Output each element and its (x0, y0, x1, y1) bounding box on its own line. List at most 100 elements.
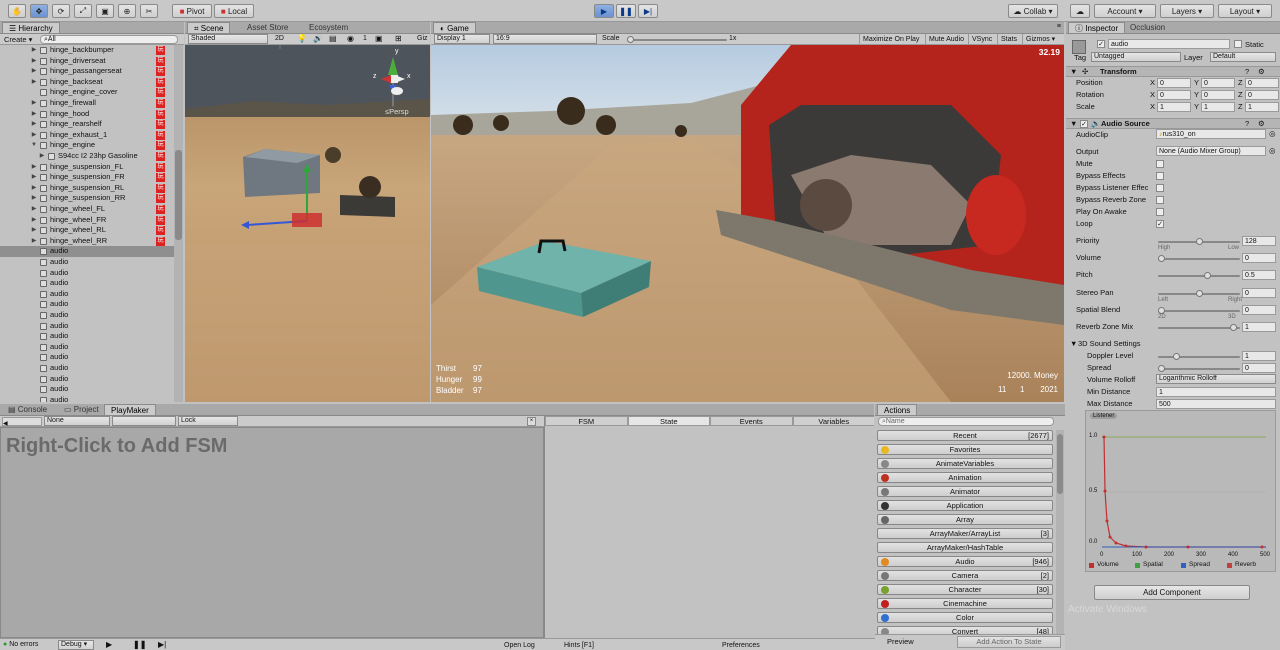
open-log-button[interactable]: Open Log (504, 642, 535, 649)
audio-slider[interactable] (1158, 290, 1240, 297)
hierarchy-row[interactable]: ▶ hinge_backbumper 玩 (0, 45, 183, 56)
custom-tool-button[interactable]: ✂ (140, 4, 158, 18)
rolloff-dropdown[interactable]: Logarithmic Rolloff (1156, 374, 1276, 384)
hierarchy-row[interactable]: audio (0, 289, 183, 300)
transform-y-field[interactable]: 0 (1201, 90, 1235, 100)
shading-dropdown[interactable]: Shaded (188, 34, 268, 44)
tab-playmaker[interactable]: PlayMaker (104, 404, 156, 415)
rotate-tool-button[interactable]: ⟳ (52, 4, 70, 18)
hierarchy-row[interactable]: ▶ hinge_suspension_RR 玩 (0, 193, 183, 204)
pivot-button[interactable]: ■ Pivot (172, 4, 212, 18)
tab-ecosystem[interactable]: Ecosystem (303, 22, 354, 33)
output-field[interactable]: None (Audio Mixer Group) (1156, 146, 1266, 156)
pm-play-icon[interactable]: ▶ (106, 640, 112, 649)
game-view[interactable]: 32.19 Thirst 97 Hunger 99 Bladder 97 12000. M… (431, 45, 1064, 402)
step-button[interactable]: ▶| (638, 4, 658, 18)
audio-slider-knob[interactable] (1158, 307, 1165, 314)
add-action-button[interactable]: Add Action To State (957, 636, 1061, 648)
aspect-dropdown[interactable]: 16:9 (493, 34, 597, 44)
collapse-arrow-icon[interactable]: ▶ (30, 77, 38, 88)
tab-hierarchy[interactable]: ☰ Hierarchy (2, 22, 60, 33)
display-dropdown[interactable]: Display 1 (434, 34, 490, 44)
audio-source-enabled-checkbox[interactable]: ✓ (1080, 120, 1088, 128)
fsm-none-dropdown[interactable]: None (44, 416, 110, 426)
audio-check-3[interactable] (1156, 196, 1164, 204)
camera-icon[interactable]: ▣ (375, 34, 383, 43)
hierarchy-row[interactable]: ▶ hinge_hood 玩 (0, 109, 183, 120)
grid-icon[interactable]: ⊞ (395, 34, 402, 43)
collapse-arrow-icon[interactable]: ▶ (30, 225, 38, 236)
playmaker-column-tab[interactable]: FSM (545, 416, 628, 426)
hierarchy-row[interactable]: audio (0, 374, 183, 385)
audio-check-0[interactable] (1156, 160, 1164, 168)
transform-z-field[interactable]: 0 (1245, 78, 1279, 88)
hierarchy-row[interactable]: ▶ hinge_backseat 玩 (0, 77, 183, 88)
transform-z-field[interactable]: 0 (1245, 90, 1279, 100)
active-checkbox[interactable]: ✓ (1097, 40, 1105, 48)
mute-audio-toggle[interactable]: Mute Audio (925, 34, 967, 44)
create-dropdown[interactable]: Create ▾ (4, 35, 32, 44)
hierarchy-row[interactable]: audio (0, 352, 183, 363)
audioclip-field[interactable]: ♪rus310_on (1156, 129, 1266, 139)
hierarchy-row[interactable]: audio (0, 246, 183, 257)
rolloff-graph[interactable]: Listener 1.0 0.5 0.0 0 100 200 300 400 500 Vo… (1085, 410, 1276, 572)
hierarchy-row[interactable]: audio (0, 321, 183, 332)
hierarchy-row[interactable]: audio (0, 278, 183, 289)
fsm-selector-back[interactable]: ◀ (2, 417, 42, 426)
close-icon[interactable]: × (527, 417, 536, 426)
transform-y-field[interactable]: 1 (1201, 102, 1235, 112)
collapse-arrow-icon[interactable]: ▶ (30, 109, 38, 120)
hand-tool-button[interactable]: ✋ (8, 4, 26, 18)
pause-button[interactable]: ❚❚ (616, 4, 636, 18)
collapse-arrow-icon[interactable]: ▶ (38, 151, 46, 162)
tab-scene[interactable]: ⌗ Scene (187, 22, 231, 33)
hierarchy-row[interactable]: audio (0, 384, 183, 395)
stats-toggle[interactable]: Stats (997, 34, 1020, 44)
tag-dropdown[interactable]: Untagged (1091, 52, 1181, 62)
scale-slider-knob[interactable] (627, 36, 634, 43)
hierarchy-row[interactable]: audio (0, 299, 183, 310)
audio-check-2[interactable] (1156, 184, 1164, 192)
collapse-arrow-icon[interactable]: ▶ (30, 45, 38, 56)
sound3d-foldout-icon[interactable]: ▼ (1070, 339, 1077, 348)
transform-z-field[interactable]: 1 (1245, 102, 1279, 112)
collapse-arrow-icon[interactable]: ▶ (30, 183, 38, 194)
spread-slider[interactable] (1158, 365, 1240, 372)
hierarchy-row[interactable]: ▶ hinge_firewall 玩 (0, 98, 183, 109)
transform-tool-button[interactable]: ⊕ (118, 4, 136, 18)
static-checkbox[interactable] (1234, 40, 1242, 48)
audio-slider-knob[interactable] (1196, 238, 1203, 245)
hierarchy-row[interactable]: ▶ hinge_suspension_FR 玩 (0, 172, 183, 183)
audio-slider-value[interactable]: 1 (1242, 322, 1276, 332)
transform-x-field[interactable]: 0 (1157, 78, 1191, 88)
collapse-arrow-icon[interactable]: ▶ (30, 204, 38, 215)
audio-check-1[interactable] (1156, 172, 1164, 180)
hierarchy-row[interactable]: hinge_engine_cover 玩 (0, 87, 183, 98)
tab-project[interactable]: ▭ Project (58, 404, 105, 415)
action-category-button[interactable]: Animator (877, 486, 1053, 497)
transform-x-field[interactable]: 1 (1157, 102, 1191, 112)
collapse-arrow-icon[interactable]: ▶ (30, 119, 38, 130)
layout-dropdown[interactable]: Layout ▾ (1218, 4, 1272, 18)
min-distance-field[interactable]: 1 (1156, 387, 1276, 397)
action-category-button[interactable]: ArrayMaker/HashTable (877, 542, 1053, 553)
debug-dropdown[interactable]: Debug ▾ (58, 640, 94, 650)
audio-slider-value[interactable]: 0.5 (1242, 270, 1276, 280)
audio-slider-value[interactable]: 0 (1242, 305, 1276, 315)
collapse-arrow-icon[interactable]: ▶ (30, 66, 38, 77)
audio-slider[interactable] (1158, 272, 1240, 279)
scene-view[interactable]: y z x ≤Persp (185, 45, 430, 402)
action-category-button[interactable]: AnimateVariables (877, 458, 1053, 469)
action-category-button[interactable]: ArrayMaker/ArrayList [3] (877, 528, 1053, 539)
collapse-arrow-icon[interactable]: ▶ (30, 215, 38, 226)
action-category-button[interactable]: Array (877, 514, 1053, 525)
max-distance-field[interactable]: 500 (1156, 399, 1276, 409)
cloud-services-button[interactable]: ☁ (1070, 4, 1090, 18)
action-category-button[interactable]: Recent [2677] (877, 430, 1053, 441)
object-picker-icon[interactable]: ◎ (1269, 146, 1276, 155)
hierarchy-row[interactable]: audio (0, 342, 183, 353)
transform-x-field[interactable]: 0 (1157, 90, 1191, 100)
spread-value[interactable]: 0 (1242, 363, 1276, 373)
scale-slider[interactable] (627, 36, 727, 43)
gizmo-visibility-icon[interactable]: ◉ (347, 34, 354, 43)
